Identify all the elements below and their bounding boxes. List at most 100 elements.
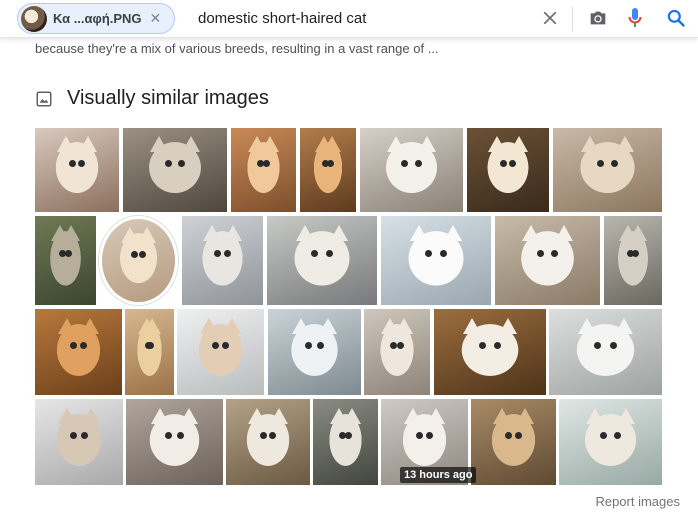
cat-eye-l-shape	[311, 249, 318, 257]
cat-ear-r-shape	[223, 317, 242, 334]
cat-ear-l-shape	[57, 317, 76, 334]
cat-img-23[interactable]	[126, 399, 223, 485]
cat-eye-l-shape	[164, 431, 172, 439]
cat-img-5[interactable]	[360, 128, 463, 212]
cat-eye-l-shape	[596, 159, 604, 167]
cat-img-27[interactable]	[471, 399, 556, 485]
cat-ear-l-shape	[151, 407, 170, 424]
cat-ear-r-shape	[509, 136, 528, 153]
cat-eye-r-shape	[515, 431, 522, 439]
cat-ear-l-shape	[409, 224, 428, 241]
cat-ear-r-shape	[628, 224, 647, 241]
cat-ear-l-shape	[488, 136, 507, 153]
time-badge: 13 hours ago	[400, 467, 477, 483]
cat-img-24[interactable]	[226, 399, 310, 485]
cat-eye-r-shape	[494, 341, 502, 349]
cat-ear-l-shape	[493, 407, 512, 424]
cat-img-11[interactable]	[267, 216, 377, 305]
cat-eye-r-shape	[396, 341, 404, 349]
cat-eye-r-shape	[551, 249, 558, 257]
cat-eye-l-shape	[415, 431, 423, 439]
cat-img-13[interactable]	[495, 216, 600, 305]
cat-eye-r-shape	[613, 431, 621, 439]
cat-img-3[interactable]	[231, 128, 296, 212]
cat-img-28[interactable]	[559, 399, 662, 485]
cat-img-25[interactable]	[313, 399, 378, 485]
cat-eye-r-shape	[326, 249, 333, 257]
cat-ear-l-shape	[578, 317, 597, 334]
cat-ear-r-shape	[515, 407, 534, 424]
cat-ear-r-shape	[181, 136, 200, 153]
cat-ear-r-shape	[318, 317, 337, 334]
cat-eye-r-shape	[414, 159, 422, 167]
cat-eye-l-shape	[478, 341, 486, 349]
cat-ear-l-shape	[581, 136, 600, 153]
cat-eye-l-shape	[68, 159, 76, 167]
cat-ear-r-shape	[617, 407, 636, 424]
cat-ear-l-shape	[292, 317, 311, 334]
cat-ear-r-shape	[554, 224, 573, 241]
cat-eye-r-shape	[631, 249, 639, 257]
cat-eye-l-shape	[69, 341, 77, 349]
cat-ear-l-shape	[295, 224, 314, 241]
cat-img-18[interactable]	[268, 309, 361, 395]
cat-eye-r-shape	[138, 250, 146, 258]
cat-ear-r-shape	[330, 224, 349, 241]
cat-ear-r-shape	[143, 317, 162, 334]
cat-ear-r-shape	[427, 407, 446, 424]
cat-img-6[interactable]	[467, 128, 549, 212]
cat-img-21[interactable]	[549, 309, 662, 395]
cat-eye-r-shape	[222, 341, 230, 349]
cat-eye-l-shape	[305, 341, 313, 349]
cat-img-16[interactable]	[125, 309, 174, 395]
cat-ear-r-shape	[62, 224, 81, 241]
cat-ear-r-shape	[418, 136, 437, 153]
cat-ear-l-shape	[403, 407, 422, 424]
cat-eye-r-shape	[345, 431, 352, 439]
cat-ear-l-shape	[585, 407, 604, 424]
cat-ear-r-shape	[223, 224, 242, 241]
cat-img-1[interactable]	[35, 128, 119, 212]
cat-img-4[interactable]	[300, 128, 356, 212]
cat-img-12[interactable]	[381, 216, 491, 305]
cat-img-9[interactable]	[99, 216, 178, 305]
cat-img-20[interactable]	[434, 309, 546, 395]
cat-img-22[interactable]	[35, 399, 123, 485]
cat-img-17[interactable]	[177, 309, 264, 395]
cat-ear-r-shape	[79, 136, 98, 153]
cat-img-7[interactable]	[553, 128, 662, 212]
cat-img-15[interactable]	[35, 309, 122, 395]
cat-eye-l-shape	[594, 341, 602, 349]
cat-eye-l-shape	[211, 341, 219, 349]
cat-ear-l-shape	[199, 317, 218, 334]
cat-eye-l-shape	[425, 249, 432, 257]
cat-ear-r-shape	[343, 407, 362, 424]
cat-ear-l-shape	[120, 227, 139, 244]
cat-eye-r-shape	[440, 249, 447, 257]
cat-eye-r-shape	[316, 341, 324, 349]
report-images-link[interactable]: Report images	[595, 494, 680, 509]
cat-eye-l-shape	[505, 431, 512, 439]
cat-eye-l-shape	[537, 249, 544, 257]
cat-ear-r-shape	[614, 317, 633, 334]
cat-ear-r-shape	[323, 136, 342, 153]
cat-eye-r-shape	[326, 159, 334, 167]
cat-img-8[interactable]	[35, 216, 96, 305]
cat-img-10[interactable]	[182, 216, 263, 305]
cat-ear-l-shape	[150, 136, 169, 153]
cat-ear-r-shape	[498, 317, 517, 334]
cat-img-2[interactable]	[123, 128, 227, 212]
cat-eye-l-shape	[259, 431, 267, 439]
cat-eye-l-shape	[70, 431, 78, 439]
cat-img-14[interactable]	[604, 216, 662, 305]
cat-eye-r-shape	[426, 431, 434, 439]
cat-eye-r-shape	[177, 431, 185, 439]
cat-ear-l-shape	[57, 407, 76, 424]
image-grid	[0, 0, 698, 530]
cat-ear-r-shape	[82, 407, 101, 424]
cat-eye-r-shape	[80, 341, 88, 349]
cat-ear-l-shape	[522, 224, 541, 241]
cat-img-19[interactable]	[364, 309, 430, 395]
cat-ear-r-shape	[270, 407, 289, 424]
cat-eye-r-shape	[609, 341, 617, 349]
